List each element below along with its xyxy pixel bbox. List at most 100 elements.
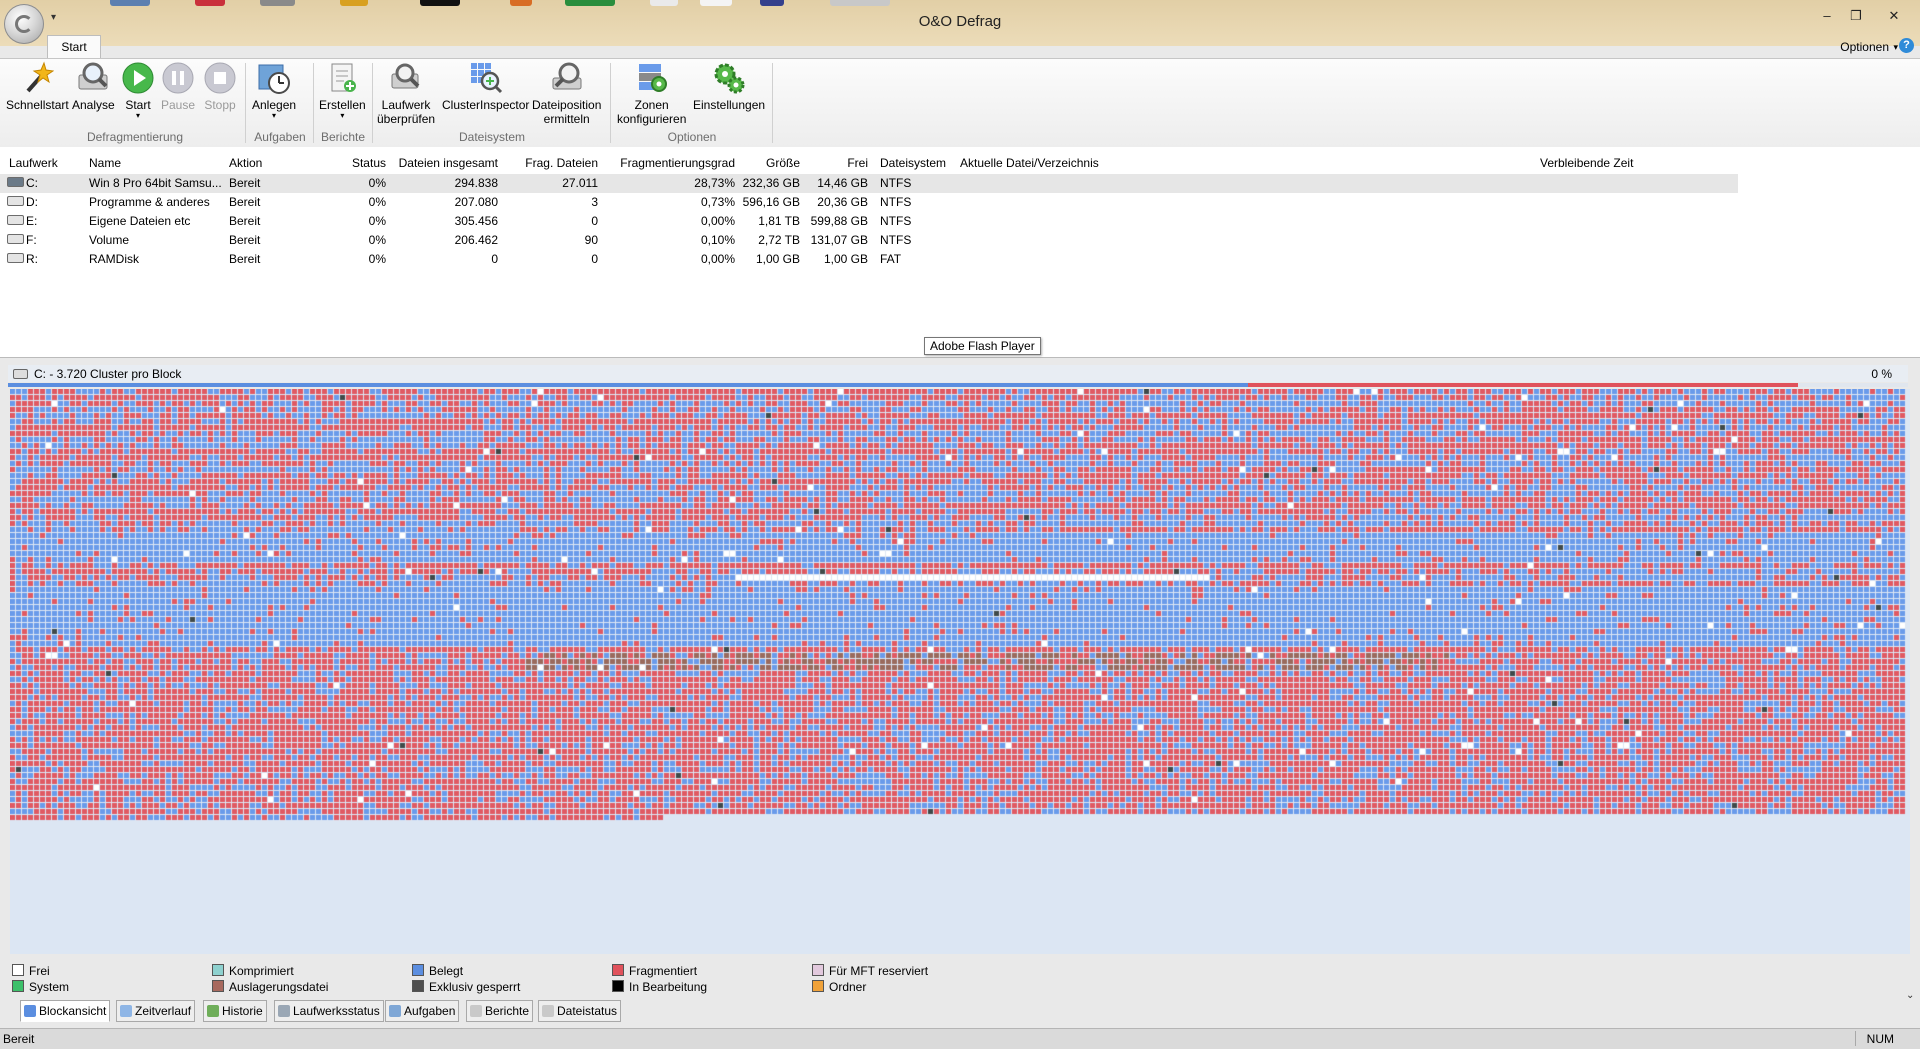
column-header[interactable]: Aktion xyxy=(229,156,262,172)
tab-berichte[interactable]: Berichte xyxy=(466,1000,534,1022)
drive-action: Bereit xyxy=(229,233,261,247)
dropdown-arrow-icon: ▾ xyxy=(272,111,277,120)
taskbar-strip xyxy=(110,0,910,7)
bar-chart-icon xyxy=(207,1005,219,1017)
analyse-button[interactable]: Analyse xyxy=(72,61,115,112)
column-header[interactable]: Dateien insgesamt xyxy=(390,156,498,172)
drive-files: 0 xyxy=(491,252,498,266)
ribbon-separator xyxy=(610,63,611,143)
column-header[interactable]: Fragmentierungsgrad xyxy=(605,156,735,172)
ribbon-label: ClusterInspector xyxy=(442,98,530,112)
table-row[interactable]: D: Programme & anderes Bereit 0% 207.080… xyxy=(0,193,1738,212)
drive-action: Bereit xyxy=(229,252,261,266)
help-icon[interactable]: ? xyxy=(1899,38,1914,53)
drive-free: 14,46 GB xyxy=(817,176,868,190)
drive-status: 0% xyxy=(368,214,386,228)
chart-line-icon xyxy=(120,1005,132,1017)
zones-icon xyxy=(635,61,669,95)
ribbon-label: ermitteln xyxy=(543,112,590,126)
column-header[interactable]: Aktuelle Datei/Verzeichnis xyxy=(960,156,1099,172)
column-header[interactable]: Frag. Dateien xyxy=(510,156,598,172)
pause-button[interactable]: Pause xyxy=(161,61,195,112)
ribbon-label: konfigurieren xyxy=(617,112,687,126)
column-header[interactable]: Größe xyxy=(740,156,800,172)
dateiposition-ermitteln-button[interactable]: Dateiposition ermitteln xyxy=(532,61,601,126)
drive-files: 206.462 xyxy=(454,233,498,247)
status-separator xyxy=(1855,1031,1856,1046)
drive-action: Bereit xyxy=(229,176,261,190)
drive-size: 596,16 GB xyxy=(742,195,800,209)
block-view-percent: 0 % xyxy=(1871,367,1892,381)
drive-free: 599,88 GB xyxy=(810,214,868,228)
swatch xyxy=(412,980,424,992)
column-header[interactable]: Status xyxy=(346,156,386,172)
legend-item: In Bearbeitung xyxy=(612,980,707,994)
drive-free: 1,00 GB xyxy=(823,252,868,266)
tab-historie[interactable]: Historie xyxy=(203,1000,267,1022)
group-label-dateisystem: Dateisystem xyxy=(458,130,526,144)
ribbon-label: Start xyxy=(125,98,151,112)
drive-frag-degree: 0,00% xyxy=(700,214,735,228)
table-row[interactable]: E: Eigene Dateien etc Bereit 0% 305.456 … xyxy=(0,212,1738,231)
ribbon-label: Erstellen xyxy=(319,98,366,112)
optionen-menu[interactable]: Optionen xyxy=(1840,40,1889,54)
anlegen-button[interactable]: Anlegen ▾ xyxy=(252,61,296,120)
schnellstart-button[interactable]: Schnellstart xyxy=(6,61,69,112)
dropdown-arrow-icon: ▾ xyxy=(340,111,345,120)
drive-frag-degree: 0,10% xyxy=(700,233,735,247)
swatch xyxy=(12,980,24,992)
chevron-down-icon[interactable]: ▾ xyxy=(1893,42,1898,53)
table-row[interactable]: F: Volume Bereit 0% 206.462 90 0,10% 2,7… xyxy=(0,231,1738,250)
ribbon-label: Dateiposition xyxy=(532,98,602,112)
laufwerk-ueberpruefen-button[interactable]: Laufwerk überprüfen xyxy=(377,61,435,126)
table-row[interactable]: C: Win 8 Pro 64bit Samsu... Bereit 0% 29… xyxy=(0,174,1738,193)
clock-icon xyxy=(257,61,291,95)
legend-item: Komprimiert xyxy=(212,964,294,978)
drive-frag-degree: 0,00% xyxy=(700,252,735,266)
column-header[interactable]: Laufwerk xyxy=(9,156,58,172)
drive-filesystem: NTFS xyxy=(880,233,912,247)
drive-action: Bereit xyxy=(229,214,261,228)
drive-filesystem: NTFS xyxy=(880,176,912,190)
table-row[interactable]: R: RAMDisk Bereit 0% 0 0 0,00% 1,00 GB 1… xyxy=(0,250,1738,269)
drive-filesystem: NTFS xyxy=(880,195,912,209)
column-header[interactable]: Dateisystem xyxy=(880,156,946,172)
tab-dateistatus[interactable]: Dateistatus xyxy=(538,1000,622,1022)
drive-letter: F: xyxy=(7,233,37,247)
drive-files: 294.838 xyxy=(454,176,498,190)
column-header[interactable]: Name xyxy=(89,156,121,172)
cluster-block-map[interactable] xyxy=(10,389,1910,954)
swatch xyxy=(212,980,224,992)
start-button[interactable]: Start ▾ xyxy=(121,61,155,120)
zonen-konfigurieren-button[interactable]: Zonen konfigurieren xyxy=(617,61,686,126)
erstellen-button[interactable]: Erstellen ▾ xyxy=(319,61,366,120)
hard-drive-icon xyxy=(7,234,24,244)
tab-blockansicht[interactable]: Blockansicht xyxy=(20,1000,111,1022)
status-bar: Bereit NUM xyxy=(0,1028,1920,1049)
column-header[interactable]: Verbleibende Zeit xyxy=(1540,156,1633,172)
column-header[interactable]: Frei xyxy=(810,156,868,172)
ribbon-label: Analyse xyxy=(72,98,115,112)
tab-zeitverlauf[interactable]: Zeitverlauf xyxy=(116,1000,196,1022)
restore-button[interactable]: ❐ xyxy=(1844,8,1868,24)
ribbon-label: Pause xyxy=(161,98,196,112)
swatch xyxy=(612,964,624,976)
swatch xyxy=(612,980,624,992)
clusterinspector-button[interactable]: ClusterInspector xyxy=(442,61,529,112)
einstellungen-button[interactable]: Einstellungen xyxy=(693,61,765,112)
tab-aufgaben[interactable]: Aufgaben xyxy=(385,1000,460,1022)
legend-item: Für MFT reserviert xyxy=(812,964,928,978)
ribbon-separator xyxy=(245,63,246,143)
hard-drive-icon xyxy=(7,253,24,263)
drive-frag-files: 0 xyxy=(591,252,598,266)
close-button[interactable]: ✕ xyxy=(1882,8,1906,24)
tab-start[interactable]: Start xyxy=(47,35,101,60)
drive-filesystem: NTFS xyxy=(880,214,912,228)
drive-frag-files: 27.011 xyxy=(562,176,598,190)
legend-item: Frei xyxy=(12,964,50,978)
stop-button[interactable]: Stopp xyxy=(203,61,237,112)
minimize-button[interactable]: – xyxy=(1815,8,1839,23)
drive-action: Bereit xyxy=(229,195,261,209)
swatch xyxy=(812,964,824,976)
tab-laufwerksstatus[interactable]: Laufwerksstatus xyxy=(274,1000,384,1022)
